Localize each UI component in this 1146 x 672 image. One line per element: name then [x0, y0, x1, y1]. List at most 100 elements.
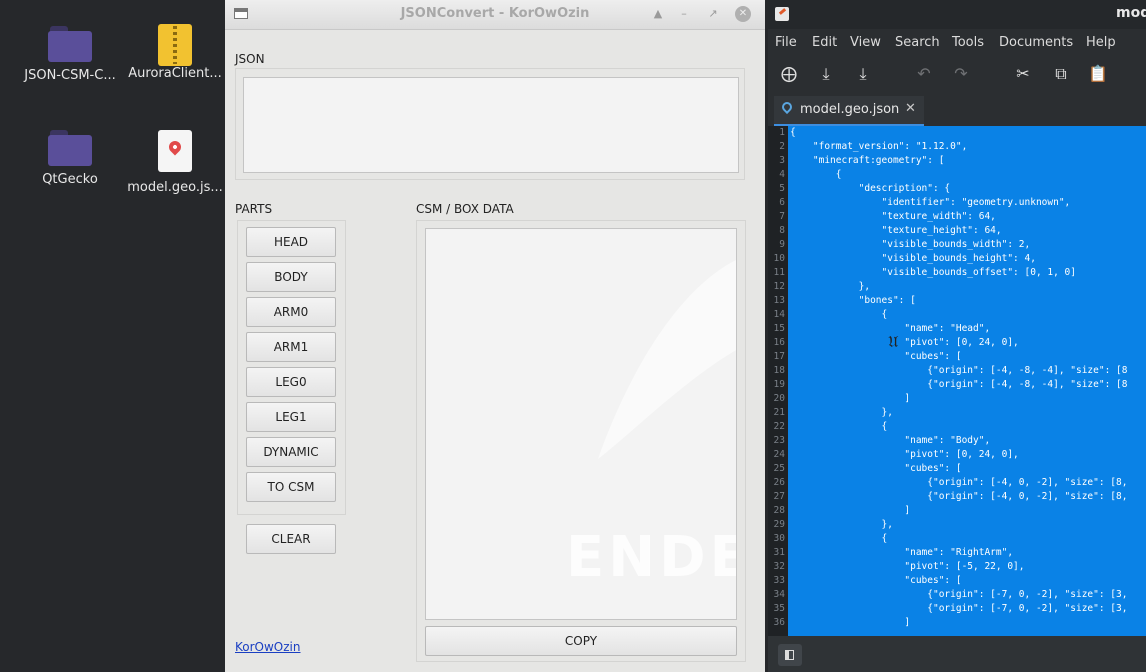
- line-number: 24: [773, 449, 785, 460]
- line-number: 11: [773, 267, 785, 278]
- line-number: 26: [773, 477, 785, 488]
- line-number: 32: [773, 561, 785, 572]
- leg0-button[interactable]: LEG0: [246, 367, 336, 397]
- status-bar: [768, 636, 1146, 672]
- body-button[interactable]: BODY: [246, 262, 336, 292]
- code-line: "texture_height": 64,: [790, 225, 1002, 236]
- line-number: 33: [773, 575, 785, 586]
- line-number: 15: [773, 323, 785, 334]
- undo-icon[interactable]: ↶: [915, 65, 933, 83]
- dynamic-button[interactable]: DYNAMIC: [246, 437, 336, 467]
- minimize-icon[interactable]: –: [676, 6, 692, 22]
- code-line: "minecraft:geometry": [: [790, 155, 945, 166]
- author-link[interactable]: KorOwOzin: [235, 640, 301, 654]
- zip-archive-icon: [158, 24, 192, 66]
- redo-icon[interactable]: ↷: [952, 65, 970, 83]
- code-line: {"origin": [-4, 0, -2], "size": [8,: [790, 491, 1128, 502]
- editor-titlebar[interactable]: mod: [768, 0, 1146, 29]
- to-csm-button[interactable]: TO CSM: [246, 472, 336, 502]
- close-icon[interactable]: ✕: [735, 6, 751, 22]
- code-line: "pivot": [0, 24, 0],: [790, 337, 1019, 348]
- save-download-icon[interactable]: ⤓: [854, 65, 872, 83]
- copy-button[interactable]: COPY: [425, 626, 737, 656]
- shade-icon[interactable]: ▲: [650, 6, 666, 22]
- line-number: 27: [773, 491, 785, 502]
- code-line: "visible_bounds_width": 2,: [790, 239, 1031, 250]
- desktop-icon-label: AuroraClient...: [128, 66, 222, 81]
- text-cursor-icon: 𝔘: [888, 332, 899, 351]
- text-editor-icon: [775, 7, 789, 21]
- open-upload-icon[interactable]: ⤓: [817, 65, 835, 83]
- csm-output[interactable]: ENDEAVO: [425, 228, 737, 620]
- desktop-icon-label: JSON-CSM-C...: [24, 68, 116, 83]
- code-line: "texture_width": 64,: [790, 211, 996, 222]
- code-line: {: [790, 421, 888, 432]
- menu-file[interactable]: File: [775, 35, 797, 50]
- clear-button[interactable]: CLEAR: [246, 524, 336, 554]
- window-titlebar[interactable]: JSONConvert - KorOwOzin ▲ – ↗ ✕: [225, 0, 765, 30]
- line-number: 4: [779, 169, 785, 180]
- code-line: "visible_bounds_offset": [0, 1, 0]: [790, 267, 1076, 278]
- line-number: 17: [773, 351, 785, 362]
- code-line: ]: [790, 393, 911, 404]
- code-line: {"origin": [-7, 0, -2], "size": [3,: [790, 603, 1128, 614]
- line-number: 28: [773, 505, 785, 516]
- menu-search[interactable]: Search: [895, 35, 940, 50]
- json-input[interactable]: [243, 77, 739, 173]
- line-number: 1: [779, 127, 785, 138]
- folder-icon: [48, 26, 92, 62]
- cut-icon[interactable]: ✂: [1014, 65, 1032, 83]
- menu-tools[interactable]: Tools: [952, 35, 984, 50]
- csm-box-data-label: CSM / BOX DATA: [416, 202, 514, 216]
- code-line: "pivot": [-5, 22, 0],: [790, 561, 1025, 572]
- code-line: "name": "Head",: [790, 323, 991, 334]
- tab-model-geo-json[interactable]: model.geo.json ✕: [774, 96, 924, 126]
- code-line: "bones": [: [790, 295, 916, 306]
- menu-edit[interactable]: Edit: [812, 35, 837, 50]
- arm0-button[interactable]: ARM0: [246, 297, 336, 327]
- line-number: 23: [773, 435, 785, 446]
- line-number: 22: [773, 421, 785, 432]
- line-number: 3: [779, 155, 785, 166]
- new-document-icon[interactable]: ⨁: [780, 65, 798, 83]
- head-button[interactable]: HEAD: [246, 227, 336, 257]
- desktop-icon-label: model.geo.js...: [127, 180, 223, 195]
- editor-toolbar: ⨁ ⤓ ⤓ ↶ ↷ ✂ ⧉ 📋: [768, 57, 1146, 93]
- code-line: "name": "Body",: [790, 435, 991, 446]
- close-tab-icon[interactable]: ✕: [905, 101, 916, 116]
- line-number: 16: [773, 337, 785, 348]
- line-number: 14: [773, 309, 785, 320]
- desktop-icon-auroraclient[interactable]: AuroraClient...: [120, 24, 230, 81]
- desktop-icon-json-csm[interactable]: JSON-CSM-C...: [15, 26, 125, 83]
- menu-help[interactable]: Help: [1086, 35, 1116, 50]
- code-line: "name": "RightArm",: [790, 547, 1014, 558]
- code-line: {"origin": [-4, 0, -2], "size": [8,: [790, 477, 1128, 488]
- menu-view[interactable]: View: [850, 35, 881, 50]
- line-number: 18: [773, 365, 785, 376]
- paste-icon[interactable]: 📋: [1088, 65, 1108, 83]
- arm1-button[interactable]: ARM1: [246, 332, 336, 362]
- desktop-icon-model-geo[interactable]: model.geo.js...: [120, 130, 230, 195]
- desktop-icon-qtgecko[interactable]: QtGecko: [15, 130, 125, 187]
- code-line: "cubes": [: [790, 575, 962, 586]
- copy-icon[interactable]: ⧉: [1052, 65, 1070, 83]
- menu-documents[interactable]: Documents: [999, 35, 1073, 50]
- maximize-icon[interactable]: ↗: [705, 6, 721, 22]
- sidebar-toggle-icon[interactable]: [778, 644, 802, 666]
- code-line: ]: [790, 505, 911, 516]
- code-line: },: [790, 281, 871, 292]
- line-number: 34: [773, 589, 785, 600]
- leg1-button[interactable]: LEG1: [246, 402, 336, 432]
- code-editor-area[interactable]: { "format_version": "1.12.0", "minecraft…: [788, 126, 1146, 636]
- line-number-gutter: 1 2 3 4 5 6 7 8 9 10 11 12 13 14 15 16 17 18 19 20 21 22 23 24 2…: [768, 126, 788, 636]
- line-number: 31: [773, 547, 785, 558]
- line-number: 25: [773, 463, 785, 474]
- line-number: 13: [773, 295, 785, 306]
- text-editor-window: mod File Edit View Search Tools Document…: [768, 0, 1146, 672]
- line-number: 12: [773, 281, 785, 292]
- line-number: 36: [773, 617, 785, 628]
- line-number: 20: [773, 393, 785, 404]
- endeavour-watermark: ENDEAVO: [566, 525, 736, 590]
- code-line: {"origin": [-4, -8, -4], "size": [8: [790, 365, 1128, 376]
- parts-label: PARTS: [235, 202, 273, 216]
